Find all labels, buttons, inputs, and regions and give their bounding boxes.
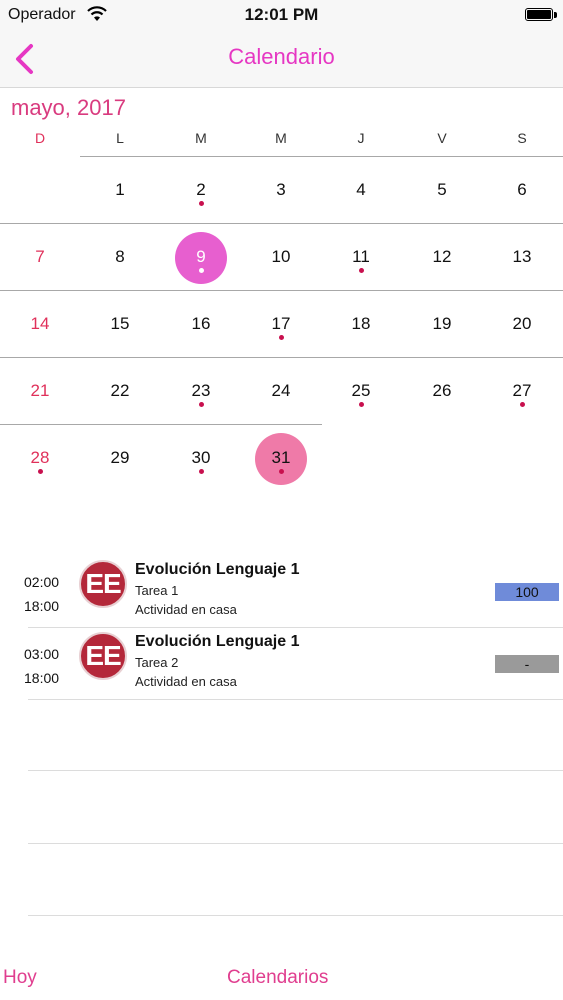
day-cell[interactable]: 14 bbox=[0, 314, 80, 334]
event-end-time: 18:00 bbox=[24, 670, 60, 686]
weekday-header: V bbox=[437, 130, 447, 146]
day-cell[interactable]: 12 bbox=[402, 247, 482, 267]
event-row[interactable]: 02:00 18:00 EE Evolución Lenguaje 1 Tarea 1 A… bbox=[0, 557, 563, 629]
week-divider bbox=[80, 156, 563, 157]
score-badge: 100 bbox=[495, 583, 559, 601]
battery-tip bbox=[554, 12, 557, 18]
day-cell[interactable]: 27 bbox=[482, 381, 562, 401]
day-cell[interactable]: 20 bbox=[482, 314, 562, 334]
course-logo: EE bbox=[79, 560, 127, 608]
day-cell[interactable]: 29 bbox=[80, 448, 160, 468]
event-dot bbox=[198, 268, 204, 273]
row-separator bbox=[28, 843, 563, 844]
course-logo: EE bbox=[79, 632, 127, 680]
day-cell[interactable]: 17 bbox=[241, 314, 321, 334]
weekday-header: M bbox=[275, 130, 287, 146]
day-cell[interactable]: 16 bbox=[161, 314, 241, 334]
row-separator bbox=[28, 699, 563, 700]
day-cell[interactable]: 31 bbox=[241, 448, 321, 468]
week-divider bbox=[0, 290, 563, 291]
clock: 12:01 PM bbox=[244, 5, 319, 24]
status-bar: Operador 12:01 PM bbox=[0, 0, 563, 30]
weekday-header: M bbox=[195, 130, 207, 146]
day-cell[interactable]: 3 bbox=[241, 180, 321, 200]
day-cell[interactable]: 2 bbox=[161, 180, 241, 200]
event-dot bbox=[519, 402, 525, 407]
event-dot bbox=[358, 268, 364, 273]
week-divider bbox=[0, 223, 563, 224]
week-divider bbox=[0, 357, 563, 358]
weekday-header: J bbox=[357, 130, 365, 146]
day-cell[interactable]: 25 bbox=[321, 381, 401, 401]
day-cell[interactable]: 28 bbox=[0, 448, 80, 468]
row-separator bbox=[28, 627, 563, 628]
event-task: Tarea 2 bbox=[135, 655, 179, 670]
week-divider bbox=[0, 424, 322, 425]
weekday-header: D bbox=[34, 130, 46, 146]
day-cell[interactable]: 6 bbox=[482, 180, 562, 200]
event-start-time: 02:00 bbox=[24, 574, 60, 590]
event-start-time: 03:00 bbox=[24, 646, 60, 662]
day-cell[interactable]: 5 bbox=[402, 180, 482, 200]
day-cell[interactable]: 19 bbox=[402, 314, 482, 334]
day-cell[interactable]: 15 bbox=[80, 314, 160, 334]
day-cell[interactable]: 4 bbox=[321, 180, 401, 200]
day-cell[interactable]: 8 bbox=[80, 247, 160, 267]
day-cell[interactable]: 26 bbox=[402, 381, 482, 401]
day-cell[interactable]: 22 bbox=[80, 381, 160, 401]
day-cell[interactable]: 9 bbox=[161, 247, 241, 267]
day-cell[interactable]: 24 bbox=[241, 381, 321, 401]
day-cell[interactable]: 23 bbox=[161, 381, 241, 401]
event-dot bbox=[198, 469, 204, 474]
row-separator bbox=[28, 770, 563, 771]
day-cell[interactable]: 11 bbox=[321, 247, 401, 267]
event-title: Evolución Lenguaje 1 bbox=[135, 561, 300, 578]
event-dot bbox=[37, 469, 43, 474]
event-dot bbox=[358, 402, 364, 407]
score-badge: - bbox=[495, 655, 559, 673]
event-task: Tarea 1 bbox=[135, 583, 179, 598]
day-cell[interactable]: 1 bbox=[80, 180, 160, 200]
month-title: mayo, 2017 bbox=[11, 95, 126, 120]
day-cell[interactable]: 10 bbox=[241, 247, 321, 267]
day-cell[interactable]: 30 bbox=[161, 448, 241, 468]
today-button[interactable]: Hoy bbox=[3, 967, 37, 989]
event-end-time: 18:00 bbox=[24, 598, 60, 614]
event-row[interactable]: 03:00 18:00 EE Evolución Lenguaje 1 Tarea 2 A… bbox=[0, 629, 563, 701]
day-cell[interactable]: 21 bbox=[0, 381, 80, 401]
event-type: Actividad en casa bbox=[135, 674, 237, 689]
calendars-button[interactable]: Calendarios bbox=[227, 967, 328, 989]
event-dot bbox=[278, 335, 284, 340]
weekday-header: S bbox=[517, 130, 527, 146]
row-separator bbox=[28, 915, 563, 916]
navigation-bar: Calendario bbox=[0, 30, 563, 88]
weekday-header: L bbox=[116, 130, 124, 146]
day-cell[interactable]: 18 bbox=[321, 314, 401, 334]
event-title: Evolución Lenguaje 1 bbox=[135, 633, 300, 650]
day-cell[interactable]: 13 bbox=[482, 247, 562, 267]
event-type: Actividad en casa bbox=[135, 602, 237, 617]
page-title: Calendario bbox=[228, 44, 335, 69]
event-dot bbox=[278, 469, 284, 474]
day-cell[interactable]: 7 bbox=[0, 247, 80, 267]
event-dot bbox=[198, 402, 204, 407]
event-dot bbox=[198, 201, 204, 206]
battery-icon bbox=[525, 8, 553, 21]
